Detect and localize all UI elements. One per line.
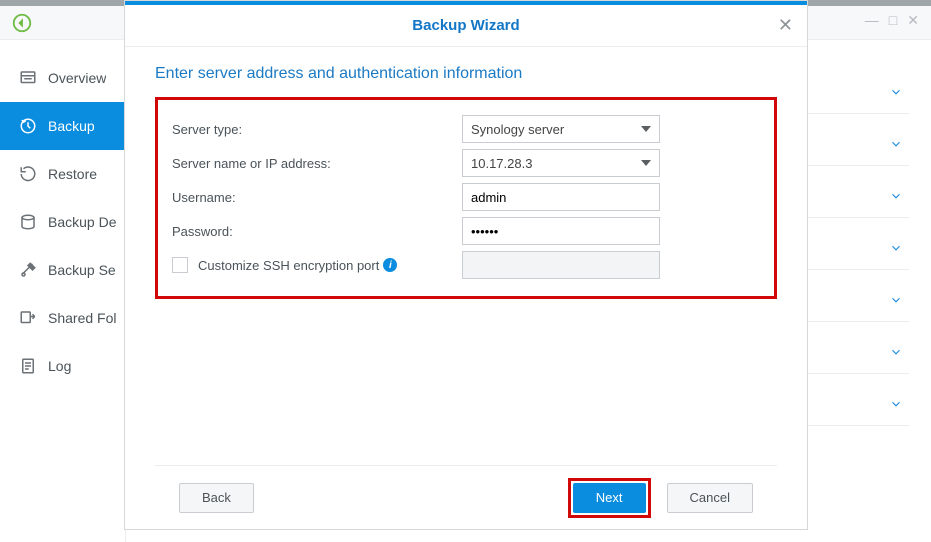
sidebar-item-label: Backup De	[48, 214, 116, 230]
row-server-type: Server type: Synology server	[172, 112, 760, 146]
row-ssh-port: Customize SSH encryption port i	[172, 248, 760, 282]
cancel-button[interactable]: Cancel	[667, 483, 753, 513]
info-icon[interactable]: i	[383, 258, 397, 272]
settings-icon	[18, 260, 38, 280]
label-password: Password:	[172, 224, 462, 239]
maximize-icon[interactable]: □	[889, 12, 897, 29]
modal-close-icon[interactable]: ✕	[778, 15, 793, 36]
select-value: Synology server	[471, 122, 641, 137]
sidebar-item-label: Shared Fol	[48, 310, 116, 326]
modal-title: Backup Wizard	[412, 17, 519, 34]
row-password: Password:	[172, 214, 760, 248]
form-highlight-box: Server type: Synology server Server name…	[155, 97, 777, 299]
chevron-down-icon	[889, 241, 903, 258]
restore-icon	[18, 164, 38, 184]
checkbox-label: Customize SSH encryption port	[198, 258, 379, 273]
input-username-wrap	[462, 183, 660, 211]
sidebar-item-log[interactable]: Log	[0, 342, 125, 390]
row-username: Username:	[172, 180, 760, 214]
label-server-name: Server name or IP address:	[172, 156, 462, 171]
minimize-icon[interactable]: —	[865, 12, 879, 29]
chevron-down-icon	[889, 189, 903, 206]
next-highlight: Next	[568, 478, 651, 518]
label-server-type: Server type:	[172, 122, 462, 137]
sidebar-item-label: Backup Se	[48, 262, 116, 278]
input-password-wrap	[462, 217, 660, 245]
input-username[interactable]	[471, 184, 651, 210]
caret-down-icon	[641, 126, 651, 132]
input-password[interactable]	[471, 218, 651, 244]
chevron-down-icon	[889, 293, 903, 310]
modal-subtitle: Enter server address and authentication …	[155, 65, 777, 83]
sidebar-item-label: Log	[48, 358, 71, 374]
caret-down-icon	[641, 160, 651, 166]
chevron-down-icon	[889, 137, 903, 154]
sidebar-item-label: Restore	[48, 166, 97, 182]
close-window-icon[interactable]: ✕	[907, 12, 919, 29]
select-value: 10.17.28.3	[471, 156, 641, 171]
sidebar-item-overview[interactable]: Overview	[0, 54, 125, 102]
chevron-down-icon	[889, 345, 903, 362]
sidebar-item-backup-dest[interactable]: Backup De	[0, 198, 125, 246]
sidebar-item-backup-settings[interactable]: Backup Se	[0, 246, 125, 294]
sidebar-item-restore[interactable]: Restore	[0, 150, 125, 198]
sidebar-item-shared-folder[interactable]: Shared Fol	[0, 294, 125, 342]
input-ssh-port	[471, 252, 651, 278]
backup-wizard-modal: Backup Wizard ✕ Enter server address and…	[124, 0, 808, 530]
modal-body: Enter server address and authentication …	[125, 47, 807, 465]
database-icon	[18, 212, 38, 232]
backup-icon	[18, 116, 38, 136]
select-server-type[interactable]: Synology server	[462, 115, 660, 143]
modal-footer: Back Next Cancel	[155, 465, 777, 529]
modal-header: Backup Wizard ✕	[125, 5, 807, 47]
share-icon	[18, 308, 38, 328]
chevron-down-icon	[889, 397, 903, 414]
window-controls: — □ ✕	[865, 12, 919, 29]
sidebar-item-label: Overview	[48, 70, 106, 86]
row-server-name: Server name or IP address: 10.17.28.3	[172, 146, 760, 180]
overview-icon	[18, 68, 38, 88]
app-logo-icon	[8, 9, 36, 37]
label-ssh-port: Customize SSH encryption port i	[172, 257, 462, 273]
back-button[interactable]: Back	[179, 483, 254, 513]
next-button[interactable]: Next	[573, 483, 646, 513]
sidebar: Overview Backup Restore Backup De Backup…	[0, 40, 126, 542]
label-username: Username:	[172, 190, 462, 205]
checkbox-ssh-port[interactable]	[172, 257, 188, 273]
select-server-name[interactable]: 10.17.28.3	[462, 149, 660, 177]
sidebar-item-backup[interactable]: Backup	[0, 102, 125, 150]
sidebar-item-label: Backup	[48, 118, 95, 134]
input-ssh-port-wrap	[462, 251, 660, 279]
log-icon	[18, 356, 38, 376]
chevron-down-icon	[889, 85, 903, 102]
